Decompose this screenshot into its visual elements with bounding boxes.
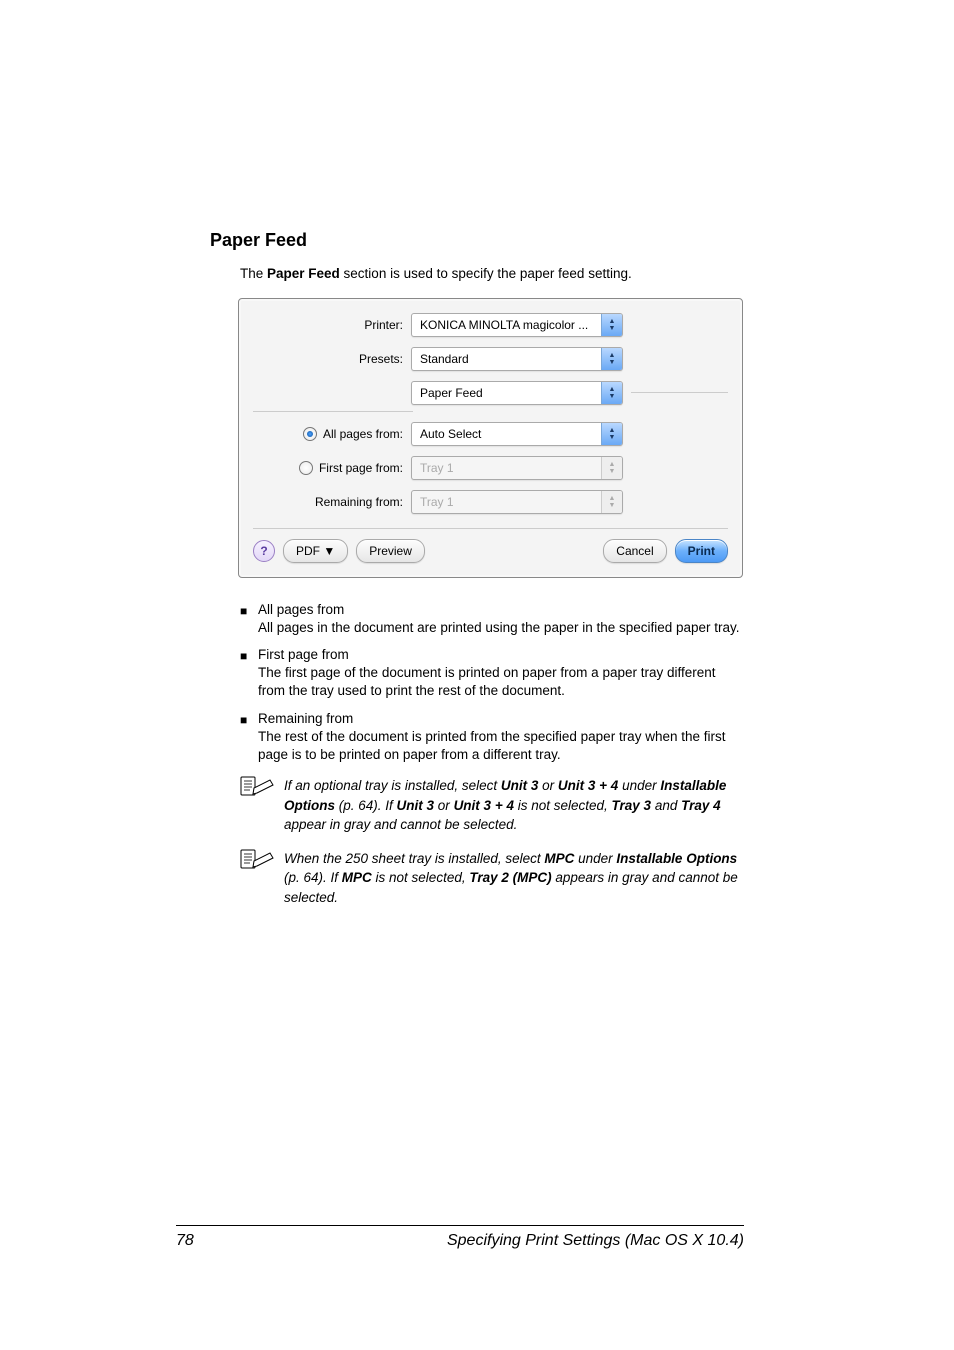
cancel-button[interactable]: Cancel [603,539,666,563]
note: When the 250 sheet tray is installed, se… [240,849,744,908]
t: Unit 3 [501,778,539,793]
all-pages-value: Auto Select [412,427,601,441]
section-value: Paper Feed [412,386,601,400]
printer-label: Printer: [253,318,411,332]
t: appear in gray and cannot be selected. [284,817,517,832]
page-footer: 78 Specifying Print Settings (Mac OS X 1… [0,1225,954,1250]
first-page-combo: Tray 1 ▲▼ [411,456,623,480]
list-item: ■ Remaining from The rest of the documen… [240,711,744,764]
t: Unit 3 + 4 [558,778,618,793]
printer-value: KONICA MINOLTA magicolor ... [412,318,601,332]
note-icon [240,849,284,908]
bullet-icon: ■ [240,647,258,700]
page-number: 78 [176,1232,194,1250]
presets-combo[interactable]: Standard ▲▼ [411,347,623,371]
pdf-button[interactable]: PDF ▼ [283,539,348,563]
remaining-combo: Tray 1 ▲▼ [411,490,623,514]
printer-combo[interactable]: KONICA MINOLTA magicolor ... ▲▼ [411,313,623,337]
divider [253,528,728,529]
first-page-radio[interactable] [299,461,313,475]
all-pages-label: All pages from: [323,427,403,441]
bullet-body: The first page of the document is printe… [258,664,744,700]
intro-bold: Paper Feed [267,266,340,281]
t: When the 250 sheet tray is installed, se… [284,851,544,866]
all-pages-combo[interactable]: Auto Select ▲▼ [411,422,623,446]
note: If an optional tray is installed, select… [240,776,744,835]
updown-icon: ▲▼ [601,423,622,445]
presets-value: Standard [412,352,601,366]
t: If an optional tray is installed, select [284,778,501,793]
presets-label: Presets: [253,352,411,366]
updown-icon: ▲▼ [601,457,622,479]
bullet-icon: ■ [240,711,258,764]
t: Unit 3 [397,798,435,813]
preview-button[interactable]: Preview [356,539,425,563]
t: under [574,851,616,866]
t: Tray 3 [612,798,652,813]
bullet-body: All pages in the document are printed us… [258,619,740,637]
print-dialog: Printer: KONICA MINOLTA magicolor ... ▲▼… [238,298,743,578]
note-icon [240,776,284,835]
bullet-title: Remaining from [258,711,744,726]
t: Tray 4 [681,798,721,813]
t: Tray 2 (MPC) [469,870,551,885]
list-item: ■ All pages from All pages in the docume… [240,602,744,637]
bullet-title: All pages from [258,602,740,617]
print-button[interactable]: Print [675,539,728,563]
remaining-value: Tray 1 [412,495,601,509]
footer-title: Specifying Print Settings (Mac OS X 10.4… [447,1232,744,1250]
divider [253,411,413,412]
bullet-icon: ■ [240,602,258,637]
intro-paragraph: The Paper Feed section is used to specif… [240,265,744,284]
section-combo[interactable]: Paper Feed ▲▼ [411,381,623,405]
t: or [538,778,558,793]
intro-pre: The [240,266,267,281]
first-page-label: First page from: [319,461,403,475]
intro-post: section is used to specify the paper fee… [340,266,632,281]
list-item: ■ First page from The first page of the … [240,647,744,700]
bullet-list: ■ All pages from All pages in the docume… [240,602,744,764]
section-heading: Paper Feed [210,230,744,251]
note-text: When the 250 sheet tray is installed, se… [284,849,744,908]
t: MPC [342,870,372,885]
bullet-title: First page from [258,647,744,662]
all-pages-radio[interactable] [303,427,317,441]
remaining-label: Remaining from: [253,495,411,509]
footer-rule [176,1225,744,1226]
updown-icon: ▲▼ [601,382,622,404]
t: or [434,798,454,813]
t: is not selected, [514,798,612,813]
t: and [651,798,681,813]
divider [631,392,728,393]
t: under [618,778,660,793]
t: Installable Options [616,851,737,866]
updown-icon: ▲▼ [601,348,622,370]
note-text: If an optional tray is installed, select… [284,776,744,835]
updown-icon: ▲▼ [601,314,622,336]
bullet-body: The rest of the document is printed from… [258,728,744,764]
t: Unit 3 + 4 [454,798,514,813]
updown-icon: ▲▼ [601,491,622,513]
t: (p. 64). If [284,870,342,885]
t: MPC [544,851,574,866]
first-page-value: Tray 1 [412,461,601,475]
t: (p. 64). If [335,798,397,813]
t: is not selected, [372,870,470,885]
help-button[interactable]: ? [253,540,275,562]
